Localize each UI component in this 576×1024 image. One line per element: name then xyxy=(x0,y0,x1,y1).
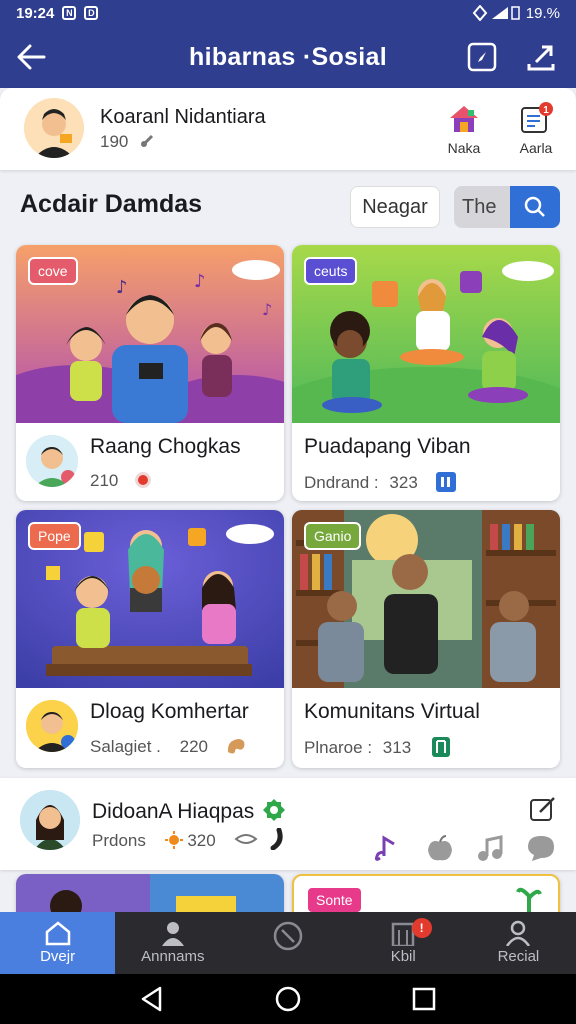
card-title: Komunitans Virtual xyxy=(304,700,480,723)
card-meta: Salagiet . 220 xyxy=(90,736,247,757)
search-button[interactable] xyxy=(510,186,560,228)
search-label: The xyxy=(462,195,497,218)
plant-icon xyxy=(516,887,542,912)
bottom-nav: Dvejr Annnams ! Kbil Recial xyxy=(0,912,576,974)
community-card[interactable]: ♪ ♪ ♪ cove Raang Chogkas 210 xyxy=(16,245,284,501)
person-outline-icon xyxy=(506,920,531,946)
card-meta: Dndrand : 323 xyxy=(304,471,457,493)
feed-title: DidoanA Hiaqpas xyxy=(92,798,286,824)
user-name: Koaranl Nidantiara xyxy=(100,106,266,128)
nav-label: Dvejr xyxy=(40,948,76,965)
status-time: 19:24 xyxy=(16,4,55,22)
guitar-icon xyxy=(141,134,154,148)
share-icon[interactable] xyxy=(524,40,558,74)
nav-tab-profile[interactable]: Recial xyxy=(461,912,576,974)
bookmark-icon xyxy=(431,737,450,757)
search-icon xyxy=(524,196,545,217)
card-tag: ceuts xyxy=(304,257,358,285)
card-tag: Pope xyxy=(28,522,81,550)
aarla-badge: 1 xyxy=(543,105,549,116)
community-card[interactable]: Ganio Komunitans Virtual Plnaroe : 313 xyxy=(292,510,560,768)
apple-icon[interactable] xyxy=(426,834,454,864)
feed-avatar[interactable] xyxy=(20,790,80,850)
card-avatar xyxy=(26,700,78,752)
comment-icon[interactable] xyxy=(526,834,556,862)
edit-icon[interactable] xyxy=(528,794,558,824)
card-tag: Sonte xyxy=(306,886,363,914)
feed-item[interactable]: DidoanA Hiaqpas Prdons 320 xyxy=(0,778,576,870)
section-title: Acdair Damdas xyxy=(20,190,203,218)
card-meta: 210 xyxy=(90,471,153,491)
status-bar: 19:24 N D 19.% xyxy=(0,0,576,26)
nav-tab-notifications[interactable]: ! Kbil xyxy=(346,912,461,974)
verified-badge-icon xyxy=(263,799,286,821)
card-title: Raang Chogkas xyxy=(90,435,241,458)
naka-label: Naka xyxy=(447,140,481,156)
palette-icon xyxy=(227,739,245,754)
home-circle-icon[interactable] xyxy=(274,985,302,1013)
back-triangle-icon[interactable] xyxy=(138,985,166,1013)
card-title: Puadapang Viban xyxy=(304,435,471,458)
card-avatar xyxy=(26,435,78,487)
compass-icon xyxy=(273,921,303,951)
system-nav-bar xyxy=(0,974,576,1024)
card-title: Dloag Komhertar xyxy=(90,700,249,723)
aarla-action[interactable]: 1 Aarla xyxy=(508,102,564,156)
notes-icon: 1 xyxy=(521,102,553,133)
sun-icon xyxy=(164,831,183,849)
nav-tab-search[interactable] xyxy=(230,912,345,974)
feed-meta: Prdons 320 xyxy=(92,827,285,851)
svg-text:♪: ♪ xyxy=(116,277,128,298)
app-bar: hibarnas ·Sosial xyxy=(0,26,576,88)
house-icon xyxy=(450,106,478,132)
community-card[interactable]: Pope Dloag Komhertar Salagiet . 220 xyxy=(16,510,284,768)
lips-icon xyxy=(234,834,259,844)
community-card[interactable]: ceuts Puadapang Viban Dndrand : 323 xyxy=(292,245,560,501)
card-tag: Ganio xyxy=(304,522,362,550)
music-note-icon[interactable] xyxy=(476,834,504,864)
user-count: 190 xyxy=(100,132,157,152)
nav-tab-people[interactable]: Annnams xyxy=(115,912,230,974)
notification-icon: N xyxy=(62,6,77,20)
nav-label: Recial xyxy=(497,948,540,965)
notification-icon: D xyxy=(84,6,99,20)
home-icon xyxy=(45,921,70,946)
profile-row[interactable]: Koaranl Nidantiara 190 Naka 1 Aarla xyxy=(0,88,576,170)
filter-button[interactable]: Neagar xyxy=(350,186,440,228)
signal-icon xyxy=(472,5,520,21)
tail-icon xyxy=(270,827,283,851)
person-icon xyxy=(161,922,184,946)
svg-text:♪: ♪ xyxy=(194,271,206,292)
battery-text: 19.% xyxy=(525,4,560,22)
nav-label: Annnams xyxy=(141,948,205,965)
naka-action[interactable]: Naka xyxy=(436,102,492,156)
music-note-icon[interactable] xyxy=(372,832,400,864)
aarla-label: Aarla xyxy=(519,140,553,156)
user-avatar[interactable] xyxy=(24,98,84,158)
card-tag: cove xyxy=(28,257,78,285)
card-meta: Plnaroe : 313 xyxy=(304,736,452,758)
svg-text:♪: ♪ xyxy=(262,300,272,319)
notification-badge: ! xyxy=(411,918,432,938)
nav-tab-home[interactable]: Dvejr xyxy=(0,912,116,974)
nav-label: Kbil xyxy=(390,948,416,965)
recents-square-icon[interactable] xyxy=(410,985,438,1013)
bar-chart-icon xyxy=(435,472,456,492)
compass-icon[interactable] xyxy=(466,41,498,73)
chat-icon xyxy=(135,472,152,488)
